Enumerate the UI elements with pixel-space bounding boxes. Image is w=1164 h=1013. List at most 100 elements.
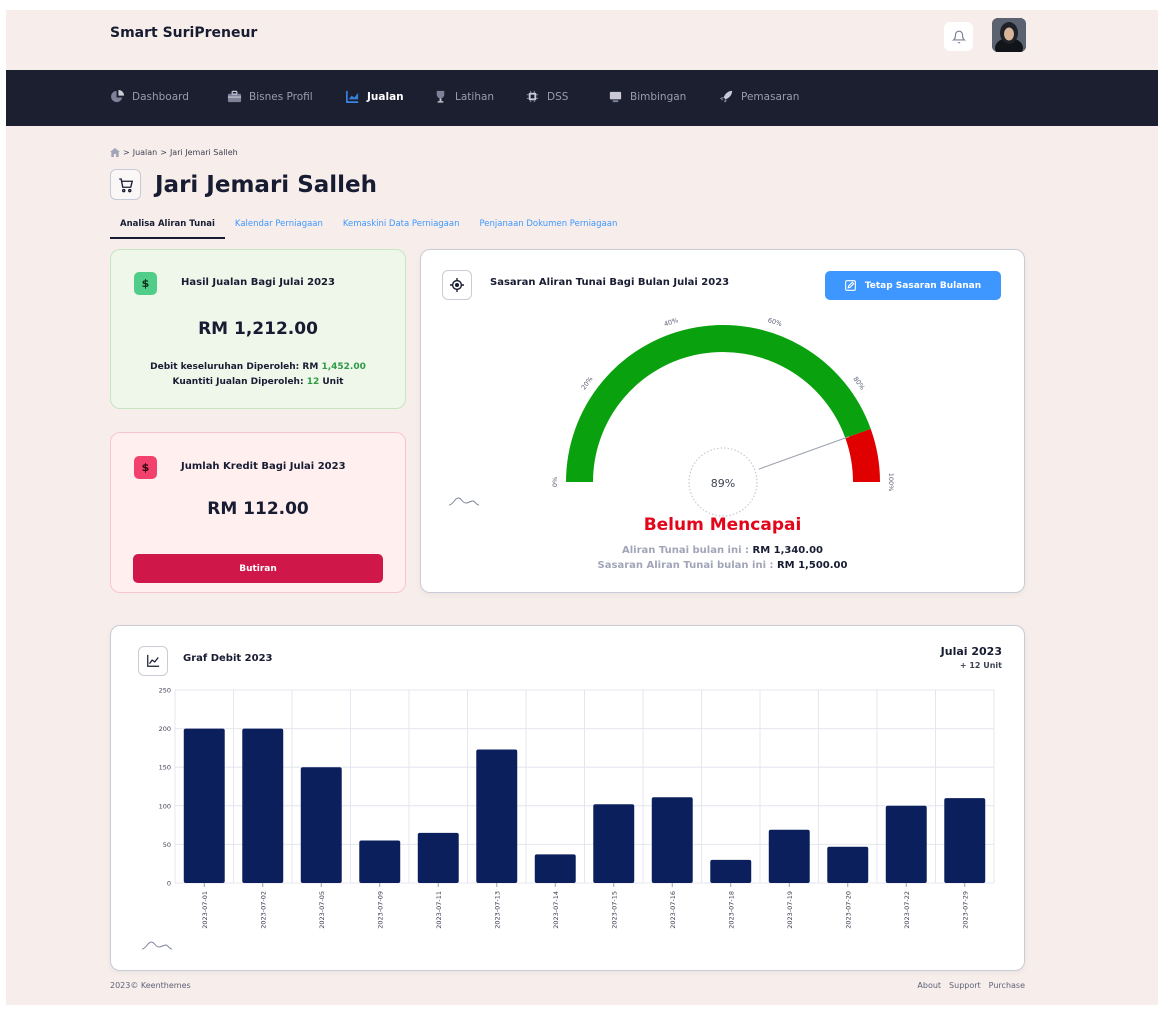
breadcrumb-current: Jari Jemari Salleh (169, 148, 238, 157)
target-cashflow-value: RM 1,500.00 (776, 560, 848, 571)
gauge-arc-remaining (845, 428, 880, 483)
tab-kemaskini-data[interactable]: Kemaskini Data Perniagaan (333, 217, 470, 239)
user-avatar[interactable] (992, 18, 1026, 52)
gauge-needle (758, 436, 850, 470)
nav-bimbingan[interactable]: Bimbingan (608, 89, 686, 104)
nav-dashboard[interactable]: Dashboard (110, 89, 189, 104)
footer-copyright: 2023© Keenthemes (110, 981, 191, 990)
breadcrumb-separator: > (123, 148, 130, 157)
main-nav: Dashboard Bisnes Profil Jualan Latihan D… (6, 70, 1158, 126)
quantity-value: 12 (306, 377, 320, 387)
home-icon[interactable] (110, 148, 120, 157)
y-tick-label: 150 (159, 764, 171, 772)
quantity-unit: Unit (322, 377, 344, 387)
breadcrumb-jualan[interactable]: Jualan (133, 148, 158, 157)
page-heading: Jari Jemari Salleh (110, 169, 377, 200)
y-tick-label: 250 (159, 687, 171, 695)
bar[interactable] (242, 728, 284, 883)
y-tick-label: 100 (159, 802, 171, 810)
sparkline-icon (448, 497, 480, 506)
nav-label: Latihan (455, 90, 495, 103)
bar[interactable] (359, 840, 401, 883)
x-tick-label: 2023-07-29 (961, 891, 969, 929)
gauge-tick-label: 0% (551, 477, 559, 487)
sales-card: $ Hasil Jualan Bagi Julai 2023 RM 1,212.… (110, 249, 406, 409)
gauge-tick-label: 20% (580, 375, 595, 391)
y-tick-label: 200 (159, 725, 171, 733)
cashflow-target-card: Sasaran Aliran Tunai Bagi Bulan Julai 20… (420, 249, 1025, 593)
current-cashflow-value: RM 1,340.00 (752, 545, 823, 556)
footer-links: About Support Purchase (917, 981, 1025, 990)
sales-amount: RM 1,212.00 (198, 319, 318, 339)
bar[interactable] (534, 854, 576, 883)
brand-name[interactable]: Smart SuriPreneur (110, 25, 257, 41)
debit-line: Debit keseluruhan Diperoleh: RM 1,452.00 (111, 362, 405, 372)
credit-amount: RM 112.00 (207, 499, 309, 519)
credit-card-title: Jumlah Kredit Bagi Julai 2023 (181, 461, 346, 472)
debit-bar-chart: 0 50 100 150 200 250 2023-07-01 2023-07-02 2023-… (159, 687, 995, 929)
nav-dss[interactable]: DSS (525, 89, 568, 104)
target-cashflow-label: Sasaran Aliran Tunai bulan ini : (597, 560, 774, 571)
tab-kalendar-perniagaan[interactable]: Kalendar Perniagaan (225, 217, 333, 239)
x-tick-label: 2023-07-16 (669, 891, 677, 929)
gauge-value: 89% (711, 477, 735, 490)
nav-pemasaran[interactable]: Pemasaran (719, 89, 799, 104)
footer-link-support[interactable]: Support (949, 981, 981, 990)
nav-bisnes-profil[interactable]: Bisnes Profil (227, 89, 313, 104)
bar[interactable] (476, 749, 518, 883)
x-tick-label: 2023-07-20 (844, 891, 852, 929)
tab-penjanaan-dokumen[interactable]: Penjanaan Dokumen Perniagaan (469, 217, 627, 239)
x-tick-label: 2023-07-11 (435, 891, 443, 929)
nav-latihan[interactable]: Latihan (433, 89, 494, 104)
bar[interactable] (885, 805, 927, 883)
current-cashflow-label: Aliran Tunai bulan ini : (622, 545, 750, 556)
current-cashflow: Aliran Tunai bulan ini : RM 1,340.00 (421, 545, 1024, 556)
rocket-icon (719, 90, 733, 103)
debit-graph-card: Graf Debit 2023 Julai 2023 + 12 Unit 0 50… (110, 625, 1025, 971)
bar-chart-icon (346, 90, 359, 103)
bar[interactable] (944, 798, 986, 883)
footer-link-about[interactable]: About (917, 981, 941, 990)
sales-card-title: Hasil Jualan Bagi Julai 2023 (181, 277, 335, 288)
bar[interactable] (710, 859, 752, 883)
bar[interactable] (651, 797, 693, 883)
y-tick-label: 50 (163, 841, 171, 849)
bar[interactable] (827, 846, 869, 883)
pie-chart-icon (111, 89, 125, 103)
x-tick-label: 2023-07-09 (376, 891, 384, 929)
nav-label: DSS (547, 90, 569, 103)
bar[interactable] (417, 832, 459, 883)
monitor-icon (609, 91, 622, 103)
nav-label: Jualan (367, 90, 404, 103)
trophy-icon (436, 90, 445, 103)
x-tick-label: 2023-07-01 (201, 891, 209, 929)
target-status: Belum Mencapai (643, 515, 802, 535)
x-tick-label: 2023-07-14 (552, 891, 560, 929)
y-tick-label: 0 (167, 880, 171, 888)
x-tick-label: 2023-07-02 (259, 891, 267, 929)
cart-icon (110, 169, 141, 200)
footer-link-purchase[interactable]: Purchase (989, 981, 1025, 990)
target-cashflow: Sasaran Aliran Tunai bulan ini : RM 1,50… (421, 560, 1024, 571)
nav-label: Bimbingan (630, 90, 687, 103)
tab-analisa-aliran-tunai[interactable]: Analisa Aliran Tunai (110, 217, 225, 239)
quantity-line: Kuantiti Jualan Diperoleh: 12 Unit (111, 377, 405, 387)
bar[interactable] (183, 728, 225, 883)
briefcase-icon (227, 90, 242, 103)
cpu-icon (526, 90, 539, 103)
bar[interactable] (300, 767, 342, 883)
tabs: Analisa Aliran Tunai Kalendar Perniagaan… (110, 217, 627, 239)
bar[interactable] (768, 829, 810, 883)
quantity-label: Kuantiti Jualan Diperoleh: (172, 377, 304, 387)
credit-card: $ Jumlah Kredit Bagi Julai 2023 RM 112.0… (110, 432, 406, 593)
x-tick-label: 2023-07-18 (727, 891, 735, 929)
gauge-tick-label: 100% (887, 473, 895, 492)
gauge-tick-label: 60% (767, 316, 783, 328)
page: Smart SuriPreneur Dashboard Bisnes Profi… (6, 10, 1158, 1005)
bar[interactable] (593, 804, 635, 883)
x-tick-label: 2023-07-15 (610, 891, 618, 929)
details-button[interactable]: Butiran (133, 554, 383, 583)
nav-jualan[interactable]: Jualan (345, 89, 404, 104)
x-tick-label: 2023-07-05 (318, 891, 326, 929)
bell-icon[interactable] (944, 22, 973, 51)
